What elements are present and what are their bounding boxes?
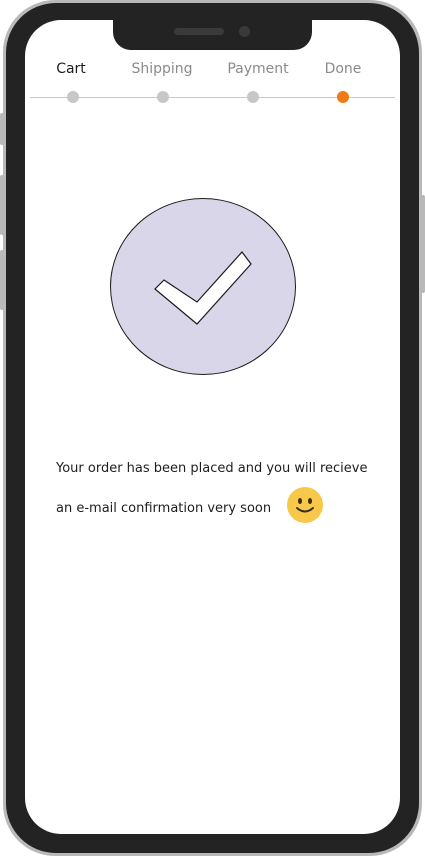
phone-screen xyxy=(25,20,400,834)
step-dot-done xyxy=(337,91,349,103)
step-dot-shipping xyxy=(157,91,169,103)
mute-switch xyxy=(0,113,4,145)
smiley-face-icon xyxy=(287,487,323,523)
step-dot-cart xyxy=(67,91,79,103)
phone-mockup: Cart Shipping Payment Done Your order ha… xyxy=(0,0,425,856)
front-camera xyxy=(239,26,250,37)
step-done[interactable]: Done xyxy=(325,61,362,77)
phone-notch xyxy=(113,20,312,50)
checkmark-icon xyxy=(154,251,252,325)
step-shipping[interactable]: Shipping xyxy=(131,61,192,77)
confirmation-line-2: an e-mail confirmation very soon xyxy=(56,501,272,516)
confirmation-line-1: Your order has been placed and you will … xyxy=(56,461,368,476)
step-cart[interactable]: Cart xyxy=(56,61,86,77)
step-payment[interactable]: Payment xyxy=(227,61,288,77)
volume-up-button xyxy=(0,175,4,235)
power-button xyxy=(421,195,425,293)
confirmation-message: Your order has been placed and you will … xyxy=(56,449,386,529)
speaker-grille xyxy=(174,28,224,35)
volume-down-button xyxy=(0,250,4,310)
step-dot-payment xyxy=(247,91,259,103)
